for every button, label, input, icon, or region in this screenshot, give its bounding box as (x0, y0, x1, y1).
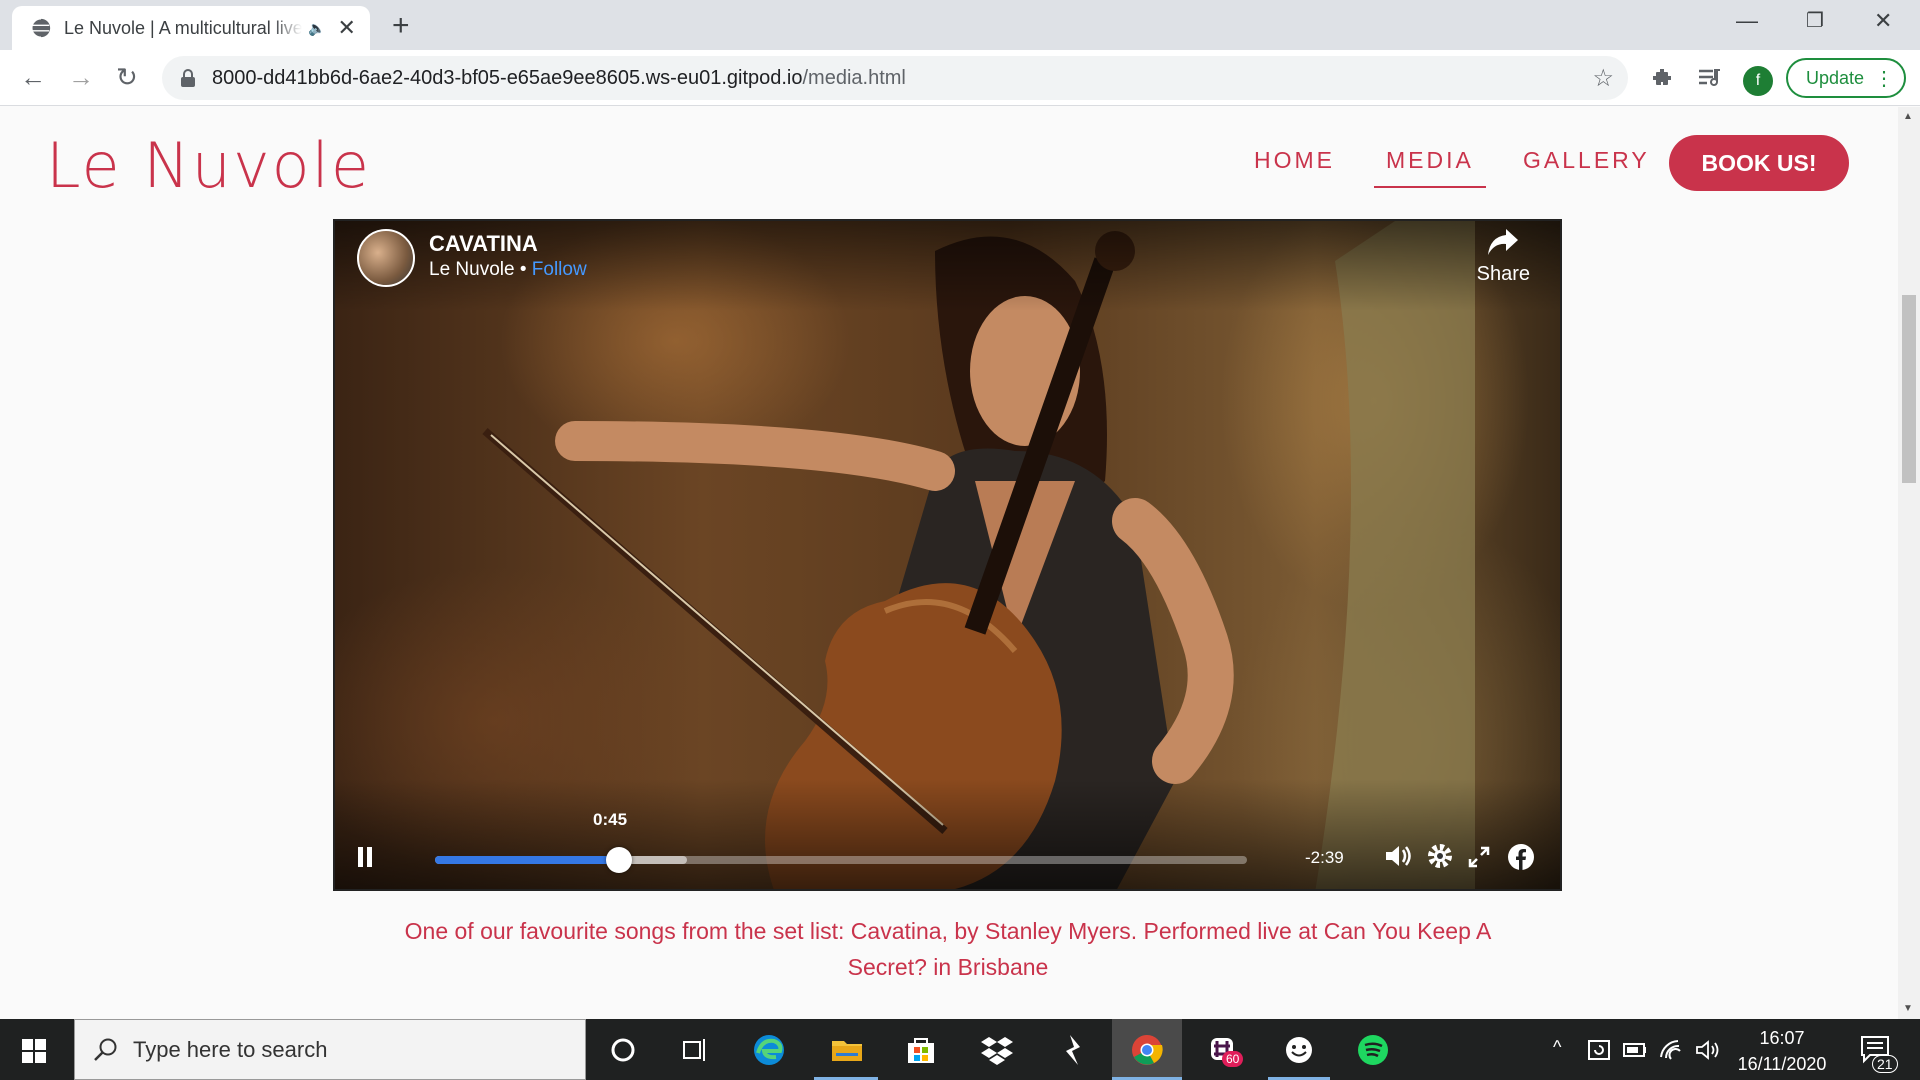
media-control-icon[interactable] (1697, 66, 1723, 90)
url-text: 8000-dd41bb6d-6ae2-40d3-bf05-e65ae9ee860… (212, 67, 906, 90)
thunder-app-icon[interactable] (1056, 1033, 1090, 1067)
close-tab-icon[interactable]: ✕ (337, 15, 355, 41)
system-clock[interactable]: 16:07 16/11/2020 (1730, 1025, 1834, 1077)
restore-icon[interactable]: ❐ (1806, 8, 1824, 33)
scrollbar-thumb[interactable] (1902, 295, 1916, 483)
video-title[interactable]: CAVATINA (429, 231, 538, 257)
clock-time: 16:07 (1759, 1028, 1805, 1048)
smiley-app-icon[interactable] (1282, 1033, 1316, 1067)
web-page: Le Nuvole HOME MEDIA GALLERY BOOK US! CA… (0, 107, 1898, 1019)
taskbar-search-box[interactable]: Type here to search (74, 1019, 586, 1080)
share-label: Share (1476, 263, 1530, 285)
forward-icon[interactable]: → (68, 62, 94, 93)
channel-separator: • (514, 259, 532, 280)
update-label: Update (1806, 67, 1865, 88)
wifi-icon[interactable] (1658, 1037, 1684, 1063)
chrome-icon[interactable] (1130, 1033, 1164, 1067)
nav-gallery[interactable]: GALLERY (1523, 147, 1650, 174)
fullscreen-icon[interactable] (1467, 845, 1491, 869)
search-placeholder: Type here to search (133, 1036, 328, 1062)
search-icon (94, 1038, 117, 1061)
pause-icon[interactable] (357, 847, 373, 867)
bookmark-star-icon[interactable]: ☆ (1592, 64, 1614, 93)
tray-sync-icon[interactable] (1586, 1037, 1612, 1063)
address-bar[interactable]: 8000-dd41bb6d-6ae2-40d3-bf05-e65ae9ee860… (162, 56, 1628, 100)
browser-tab[interactable]: Le Nuvole | A multicultural live band 🔈 … (12, 6, 370, 50)
profile-avatar[interactable]: f (1743, 66, 1773, 96)
back-icon[interactable]: ← (20, 62, 46, 93)
minimize-icon[interactable]: — (1736, 8, 1758, 34)
hover-time-tooltip: 0:45 (593, 810, 628, 829)
video-player[interactable]: CAVATINA Le Nuvole • Follow Share 0:45 -… (333, 219, 1562, 891)
remaining-time: -2:39 (1305, 848, 1344, 867)
update-button[interactable]: Update ⋮ (1786, 58, 1906, 98)
windows-start-icon[interactable] (22, 1039, 46, 1063)
audio-playing-icon[interactable]: 🔈 (308, 20, 325, 37)
windows-taskbar: Type here to search 60 ^ 16:07 16/11/202… (0, 1019, 1920, 1080)
file-explorer-icon[interactable] (830, 1033, 864, 1067)
microsoft-store-icon[interactable] (904, 1033, 938, 1067)
video-caption: One of our favourite songs from the set … (404, 918, 1492, 980)
nav-home[interactable]: HOME (1254, 147, 1335, 174)
tab-title: Le Nuvole | A multicultural live band (64, 17, 302, 38)
scroll-up-arrow-icon[interactable]: ▲ (1903, 111, 1913, 122)
follow-link[interactable]: Follow (532, 259, 587, 280)
edge-browser-icon[interactable] (752, 1033, 786, 1067)
book-us-button[interactable]: BOOK US! (1669, 135, 1849, 191)
video-channel-line: Le Nuvole • Follow (429, 259, 587, 281)
browser-toolbar: ← → ↻ 8000-dd41bb6d-6ae2-40d3-bf05-e65ae… (0, 50, 1920, 106)
share-arrow-icon (1488, 229, 1519, 255)
volume-icon[interactable] (1383, 841, 1413, 871)
clock-date: 16/11/2020 (1737, 1054, 1827, 1074)
seek-bar[interactable] (435, 847, 1247, 873)
lock-icon (181, 69, 195, 87)
tray-expand-icon[interactable]: ^ (1553, 1037, 1561, 1058)
scroll-down-arrow-icon[interactable]: ▼ (1903, 1003, 1913, 1014)
channel-avatar[interactable] (357, 229, 415, 287)
globe-icon (31, 18, 51, 38)
dropbox-icon[interactable] (980, 1033, 1014, 1067)
extensions-icon[interactable] (1650, 66, 1674, 90)
page-scrollbar[interactable]: ▲ ▼ (1898, 107, 1920, 1019)
progress-bar (435, 856, 620, 864)
url-path: /media.html (802, 66, 906, 89)
battery-icon[interactable] (1622, 1037, 1648, 1063)
window-close-icon[interactable]: ✕ (1874, 8, 1892, 34)
settings-gear-icon[interactable] (1425, 841, 1455, 871)
url-host: 8000-dd41bb6d-6ae2-40d3-bf05-e65ae9ee860… (212, 66, 803, 89)
spotify-icon[interactable] (1356, 1033, 1390, 1067)
nav-media[interactable]: MEDIA (1374, 147, 1486, 188)
share-button[interactable]: Share (1477, 227, 1530, 286)
browser-tab-bar: Le Nuvole | A multicultural live band 🔈 … (0, 0, 1920, 50)
slack-badge: 60 (1222, 1051, 1244, 1067)
facebook-icon[interactable] (1507, 843, 1535, 871)
video-bottom-overlay (335, 779, 1560, 889)
speaker-icon[interactable] (1694, 1037, 1720, 1063)
channel-name[interactable]: Le Nuvole (429, 259, 515, 280)
task-view-icon[interactable] (678, 1033, 712, 1067)
menu-dots-icon[interactable]: ⋮ (1874, 66, 1894, 91)
reload-icon[interactable]: ↻ (116, 62, 138, 93)
site-logo[interactable]: Le Nuvole (46, 129, 371, 202)
new-tab-button[interactable]: + (392, 9, 410, 43)
notification-count-badge: 21 (1872, 1055, 1898, 1073)
cortana-icon[interactable] (606, 1033, 640, 1067)
